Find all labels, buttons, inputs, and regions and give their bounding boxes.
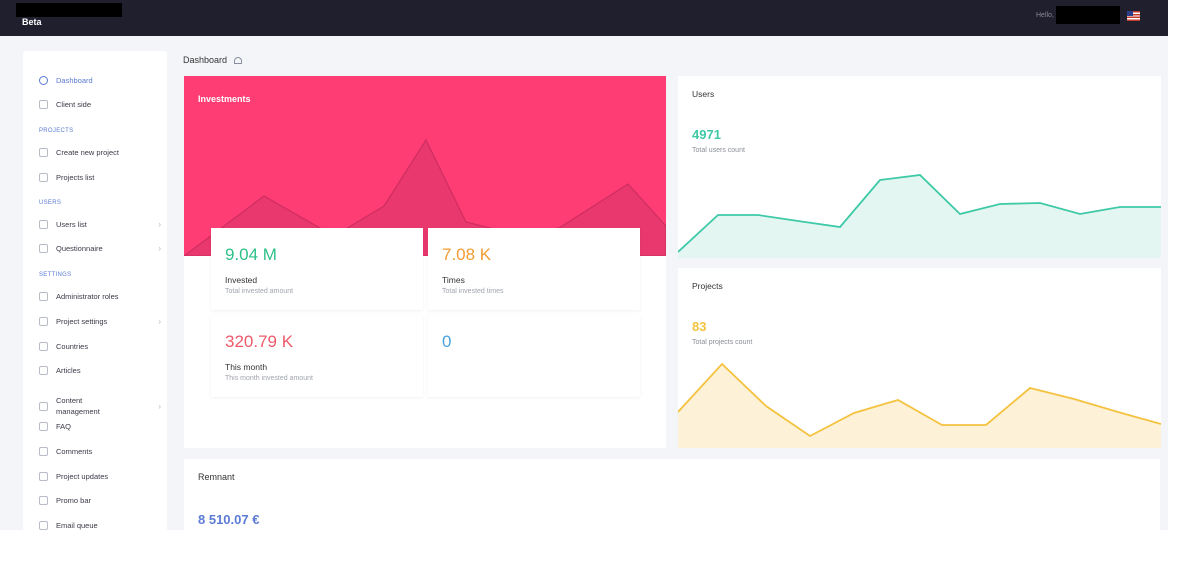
stat-times-value: 7.08 K bbox=[442, 245, 492, 264]
sidebar-item-administrator-roles[interactable]: Administrator roles bbox=[39, 292, 161, 301]
remnant-card: Remnant 8 510.07 € bbox=[184, 459, 1160, 530]
stat-this-month-caption: This month invested amount bbox=[225, 375, 313, 382]
top-bar: Beta Hello, bbox=[0, 0, 1168, 36]
sidebar-item-users-list[interactable]: Users list › bbox=[39, 220, 161, 229]
sidebar-item-label: Client side bbox=[56, 100, 92, 109]
greeting-text: Hello, bbox=[1036, 12, 1054, 19]
article-icon bbox=[39, 366, 48, 375]
sidebar-item-label: Questionnaire bbox=[56, 244, 103, 253]
sidebar-section-settings: SETTINGS bbox=[39, 272, 72, 278]
megaphone-icon bbox=[39, 496, 48, 505]
chevron-right-icon: › bbox=[158, 401, 161, 411]
sidebar-item-client-side[interactable]: Client side bbox=[39, 100, 161, 109]
question-icon bbox=[39, 422, 48, 431]
sidebar-item-articles[interactable]: Articles bbox=[39, 366, 161, 375]
remnant-amount: 8 510.07 € bbox=[198, 512, 260, 527]
sidebar-item-label: Project settings bbox=[56, 317, 108, 326]
projects-card: Projects 83 Total projects count bbox=[678, 268, 1161, 448]
sidebar-item-projects-list[interactable]: Projects list bbox=[39, 173, 161, 182]
stat-this-month-label: This month bbox=[225, 362, 268, 372]
app-frame: Beta Hello, Dashboard Client side PROJECTS… bbox=[0, 0, 1168, 530]
chevron-right-icon: › bbox=[158, 317, 161, 326]
stat-times-label: Times bbox=[442, 275, 465, 285]
sidebar-item-comments[interactable]: Comments bbox=[39, 447, 161, 456]
home-icon bbox=[39, 100, 48, 109]
dashboard-icon bbox=[39, 76, 48, 85]
home-icon[interactable] bbox=[234, 56, 243, 64]
sidebar-item-project-updates[interactable]: Project updates bbox=[39, 472, 161, 481]
chevron-right-icon: › bbox=[158, 244, 161, 253]
sidebar-item-label: Articles bbox=[56, 366, 81, 375]
sidebar-item-label: Content management bbox=[56, 396, 100, 416]
sidebar-item-label: Email queue bbox=[56, 521, 98, 530]
stat-this-month: 320.79 K This month This month invested … bbox=[211, 315, 423, 397]
stat-invested-value: 9.04 M bbox=[225, 245, 277, 264]
sidebar-section-users: USERS bbox=[39, 200, 62, 206]
sidebar-item-label: Administrator roles bbox=[56, 292, 119, 301]
clipboard-icon bbox=[39, 244, 48, 253]
sidebar-item-promo-bar[interactable]: Promo bar bbox=[39, 496, 161, 505]
sidebar-item-label: Countries bbox=[56, 342, 89, 351]
sidebar-item-countries[interactable]: Countries bbox=[39, 342, 161, 351]
lock-icon bbox=[39, 292, 48, 301]
globe-icon bbox=[39, 342, 48, 351]
users-icon bbox=[39, 220, 48, 229]
projects-chart bbox=[678, 362, 1161, 448]
updates-icon bbox=[39, 472, 48, 481]
sidebar-item-label: Dashboard bbox=[56, 76, 93, 85]
sidebar-item-label: Projects list bbox=[56, 173, 95, 182]
edit-icon bbox=[39, 148, 48, 157]
sidebar-item-faq[interactable]: FAQ bbox=[39, 422, 161, 431]
sidebar-item-content-management[interactable]: Content management › bbox=[39, 395, 161, 417]
sidebar-item-dashboard[interactable]: Dashboard bbox=[39, 76, 161, 85]
projects-chart-area bbox=[678, 364, 1161, 448]
comment-icon bbox=[39, 447, 48, 456]
sidebar: Dashboard Client side PROJECTS Create new p… bbox=[23, 51, 167, 530]
users-chart-area bbox=[678, 175, 1161, 258]
sidebar-item-label: Project updates bbox=[56, 472, 109, 481]
remnant-title: Remnant bbox=[198, 472, 235, 482]
sidebar-item-label: FAQ bbox=[56, 422, 72, 431]
sidebar-item-project-settings[interactable]: Project settings › bbox=[39, 317, 161, 326]
list-icon bbox=[39, 173, 48, 182]
redacted-username[interactable] bbox=[1056, 6, 1120, 24]
users-card: Users 4971 Total users count bbox=[678, 76, 1161, 258]
investments-title: Investments bbox=[198, 94, 251, 104]
gear-icon bbox=[39, 317, 48, 326]
brand-name: Beta bbox=[22, 17, 42, 27]
investments-card: Investments 9.04 M Invested Total invest… bbox=[184, 76, 666, 448]
stat-zero-value: 0 bbox=[442, 332, 452, 351]
sidebar-item-label: Comments bbox=[56, 447, 93, 456]
folder-icon bbox=[39, 401, 48, 411]
stat-invested: 9.04 M Invested Total invested amount bbox=[211, 228, 423, 310]
breadcrumb: Dashboard bbox=[183, 55, 243, 65]
chevron-right-icon: › bbox=[158, 220, 161, 229]
users-chart bbox=[678, 174, 1161, 258]
stat-times-caption: Total invested times bbox=[442, 288, 504, 295]
sidebar-item-email-queue[interactable]: Email queue bbox=[39, 521, 161, 530]
stat-zero: 0 bbox=[428, 315, 640, 397]
sidebar-section-projects: PROJECTS bbox=[39, 128, 74, 134]
sidebar-item-create-new-project[interactable]: Create new project bbox=[39, 148, 161, 157]
stat-this-month-value: 320.79 K bbox=[225, 332, 294, 351]
stat-invested-label: Invested bbox=[225, 275, 258, 285]
email-icon bbox=[39, 521, 48, 530]
breadcrumb-label: Dashboard bbox=[183, 55, 228, 65]
stat-invested-caption: Total invested amount bbox=[225, 288, 294, 295]
sidebar-item-questionnaire[interactable]: Questionnaire › bbox=[39, 244, 161, 253]
sidebar-item-label: Users list bbox=[56, 220, 87, 229]
sidebar-item-label: Promo bar bbox=[56, 496, 92, 505]
redacted-logo bbox=[16, 3, 122, 17]
stat-times: 7.08 K Times Total invested times bbox=[428, 228, 640, 310]
language-flag-icon[interactable] bbox=[1127, 11, 1140, 21]
sidebar-item-label: Create new project bbox=[56, 148, 119, 157]
